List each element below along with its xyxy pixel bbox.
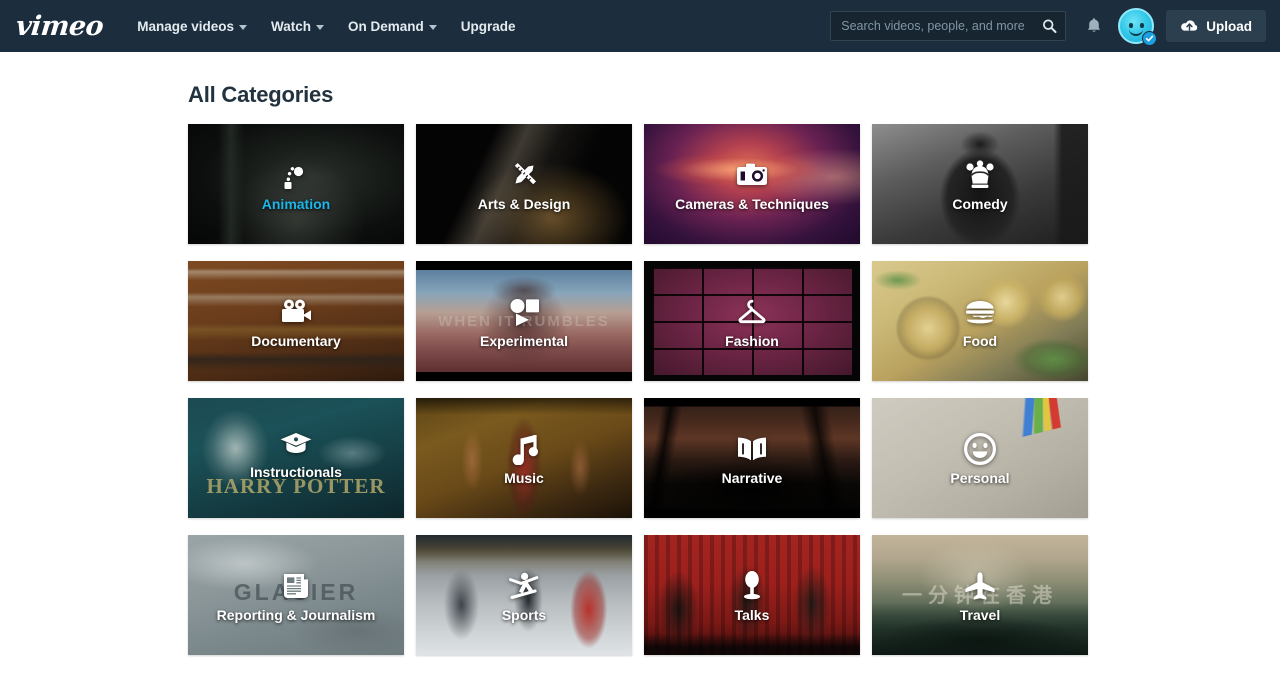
category-label: Experimental <box>476 334 572 349</box>
card-content: Narrative <box>644 398 860 518</box>
category-card-comedy[interactable]: Comedy <box>872 124 1088 244</box>
category-card-documentary[interactable]: Documentary <box>188 261 404 381</box>
avatar[interactable] <box>1118 8 1154 44</box>
card-content: Instructionals <box>188 398 404 518</box>
category-label: Instructionals <box>246 465 346 480</box>
category-card-fashion[interactable]: Fashion <box>644 261 860 381</box>
nav-item-manage-videos[interactable]: Manage videos <box>125 11 259 42</box>
cloud-upload-icon <box>1180 19 1199 33</box>
category-card-travel[interactable]: 一分钟在香港 Travel <box>872 535 1088 655</box>
content-wrapper: All Categories Animation <box>188 52 1092 655</box>
chevron-down-icon <box>316 25 324 30</box>
category-label: Fashion <box>721 334 783 349</box>
nav-item-watch[interactable]: Watch <box>259 11 336 42</box>
music-note-icon <box>505 430 543 468</box>
search-icon[interactable] <box>1042 19 1057 34</box>
microphone-icon <box>733 567 771 605</box>
category-label: Food <box>959 334 1001 349</box>
card-content: Arts & Design <box>416 124 632 244</box>
category-card-food[interactable]: Food <box>872 261 1088 381</box>
shapes-circle-square-triangle-icon <box>505 293 543 331</box>
category-card-personal[interactable]: Personal <box>872 398 1088 518</box>
category-label: Personal <box>946 471 1013 486</box>
open-book-icon <box>733 430 771 468</box>
category-card-sports[interactable]: Sports <box>416 535 632 655</box>
card-content: Food <box>872 261 1088 381</box>
bezier-pen-path-icon <box>277 156 315 194</box>
search-box[interactable] <box>830 11 1066 41</box>
smiley-face-icon <box>961 430 999 468</box>
top-navigation-bar: vimeo Manage videos Watch On Demand Upgr… <box>0 0 1280 52</box>
category-label: Reporting & Journalism <box>213 608 380 623</box>
category-label: Sports <box>498 608 550 623</box>
category-label: Animation <box>258 197 334 212</box>
avatar-eye-left <box>1129 23 1133 28</box>
notifications-button[interactable] <box>1076 0 1112 52</box>
card-content: Comedy <box>872 124 1088 244</box>
vimeo-logo[interactable]: vimeo <box>15 13 105 40</box>
nav-item-upgrade[interactable]: Upgrade <box>449 11 528 42</box>
nav-label: Manage videos <box>137 19 234 34</box>
chevron-down-icon <box>429 25 437 30</box>
photo-camera-icon <box>733 156 771 194</box>
jester-hat-icon <box>961 156 999 194</box>
search-input[interactable] <box>841 19 1035 33</box>
category-card-talks[interactable]: Talks <box>644 535 860 655</box>
card-content: Animation <box>188 124 404 244</box>
card-content: Cameras & Techniques <box>644 124 860 244</box>
category-card-narrative[interactable]: Narrative <box>644 398 860 518</box>
card-content: Reporting & Journalism <box>188 535 404 655</box>
avatar-badge <box>1142 31 1157 46</box>
avatar-mouth <box>1129 29 1143 36</box>
nav-label: Upgrade <box>461 19 516 34</box>
card-content: Sports <box>416 535 632 655</box>
category-label: Talks <box>731 608 774 623</box>
film-camera-icon <box>277 293 315 331</box>
category-card-cameras-techniques[interactable]: Cameras & Techniques <box>644 124 860 244</box>
chevron-down-icon <box>239 25 247 30</box>
card-content: Personal <box>872 398 1088 518</box>
card-content: Experimental <box>416 261 632 381</box>
header-right-controls: Upload <box>830 0 1266 52</box>
upload-label: Upload <box>1206 19 1252 34</box>
main-nav: Manage videos Watch On Demand Upgrade <box>125 11 527 42</box>
nav-item-on-demand[interactable]: On Demand <box>336 11 449 42</box>
category-label: Narrative <box>718 471 787 486</box>
burger-icon <box>961 293 999 331</box>
category-label: Cameras & Techniques <box>671 197 833 212</box>
card-content: Fashion <box>644 261 860 381</box>
category-card-experimental[interactable]: WHEN IT RUMBLES Experimental <box>416 261 632 381</box>
category-label: Documentary <box>247 334 344 349</box>
pencil-ruler-cross-icon <box>505 156 543 194</box>
clothes-hanger-icon <box>733 293 771 331</box>
category-card-reporting-journalism[interactable]: GLACIER Reporting & Journalism <box>188 535 404 655</box>
notification-bell-icon <box>1086 17 1102 35</box>
card-content: Travel <box>872 535 1088 655</box>
airplane-icon <box>961 567 999 605</box>
nav-label: Watch <box>271 19 311 34</box>
graduation-cap-icon <box>277 424 315 462</box>
page-title: All Categories <box>188 82 1092 108</box>
card-content: Talks <box>644 535 860 655</box>
category-label: Music <box>500 471 548 486</box>
snowboarder-icon <box>505 567 543 605</box>
card-content: Documentary <box>188 261 404 381</box>
category-label: Arts & Design <box>474 197 575 212</box>
category-label: Travel <box>956 608 1004 623</box>
category-card-arts-design[interactable]: Arts & Design <box>416 124 632 244</box>
category-card-instructionals[interactable]: HARRY POTTER Instructionals <box>188 398 404 518</box>
nav-label: On Demand <box>348 19 424 34</box>
upload-button[interactable]: Upload <box>1166 10 1266 42</box>
category-label: Comedy <box>948 197 1011 212</box>
card-content: Music <box>416 398 632 518</box>
newspaper-icon <box>277 567 315 605</box>
categories-grid: Animation <box>188 124 1092 655</box>
check-icon <box>1145 34 1154 43</box>
avatar-eye-right <box>1140 23 1144 28</box>
category-card-animation[interactable]: Animation <box>188 124 404 244</box>
category-card-music[interactable]: Music <box>416 398 632 518</box>
page-body: All Categories Animation <box>0 52 1280 655</box>
